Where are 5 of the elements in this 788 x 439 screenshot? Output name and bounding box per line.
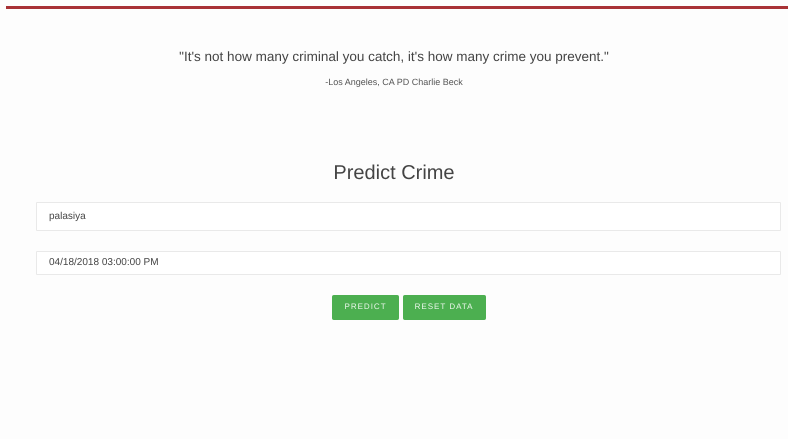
quote-text: "It's not how many criminal you catch, it's how many crime you prevent." [178,48,610,66]
input-field[interactable]: 04/18/2018 03:00:00 PM [36,250,781,275]
page-title: Predict Crime [332,160,456,186]
quote-attribution: -Los Angeles, CA PD Charlie Beck [324,76,464,90]
input-field[interactable]: palasiya [36,202,781,231]
